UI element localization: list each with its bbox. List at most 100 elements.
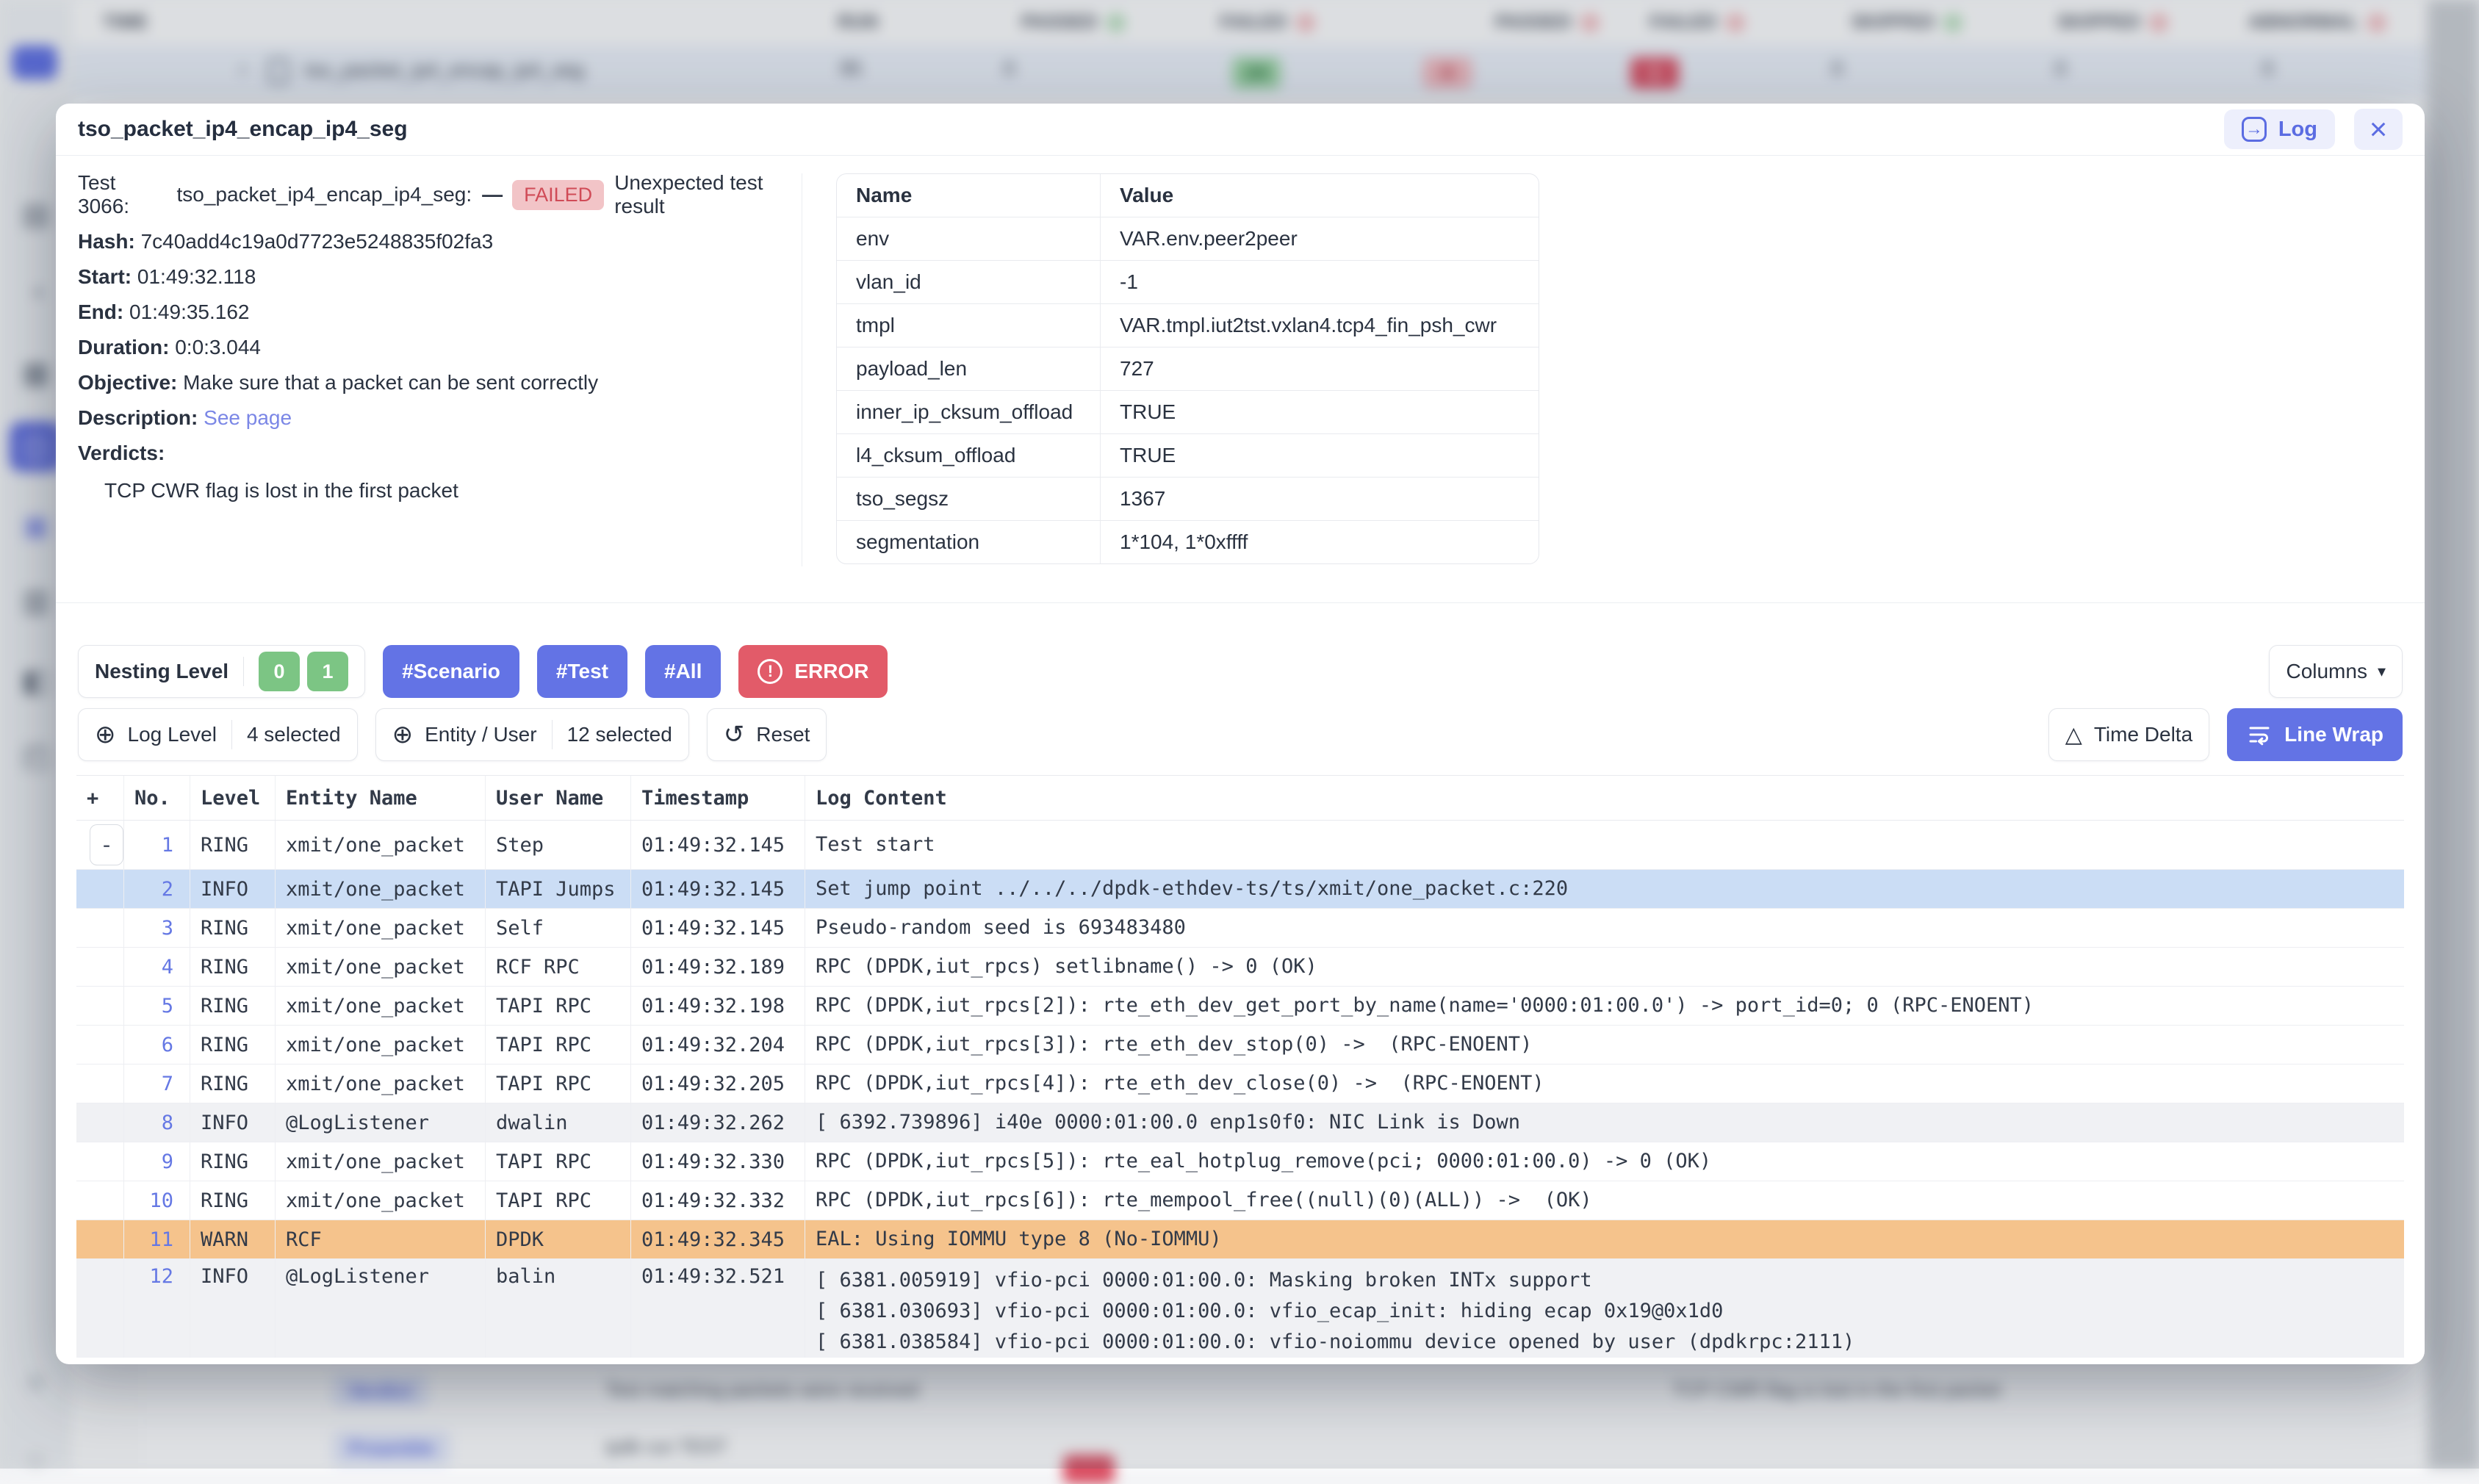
param-name: tmpl [837, 304, 1100, 347]
log-cell-content: RPC (DPDK,iut_rpcs[2]): rte_eth_dev_get_… [805, 987, 2404, 1025]
see-page-link[interactable]: See page [204, 406, 292, 429]
columns-button[interactable]: Columns ▾ [2269, 645, 2403, 698]
log-cell-number: 8 [123, 1103, 190, 1142]
log-cell-user: dwalin [485, 1103, 630, 1142]
log-cell-entity: xmit/one_packet [275, 909, 485, 947]
log-row[interactable]: 8INFO@LogListenerdwalin01:49:32.262[ 639… [76, 1103, 2404, 1142]
log-cell-timestamp: 01:49:32.204 [630, 1026, 805, 1064]
log-cell-user: balin [485, 1259, 630, 1358]
log-row[interactable]: 12INFO@LogListenerbalin01:49:32.521[ 638… [76, 1259, 2404, 1358]
log-cell-timestamp: 01:49:32.345 [630, 1220, 805, 1258]
params-row: inner_ip_cksum_offloadTRUE [837, 390, 1539, 433]
log-table-header: +No.LevelEntity NameUser NameTimestampLo… [76, 775, 2404, 821]
line-wrap-button[interactable]: Line Wrap [2227, 708, 2403, 761]
log-cell-expand [76, 987, 123, 1025]
end-line: End: 01:49:35.162 [78, 300, 805, 324]
log-cell-entity: xmit/one_packet [275, 870, 485, 908]
params-header-row: NameValue [837, 174, 1539, 217]
log-cell-timestamp: 01:49:32.145 [630, 821, 805, 869]
tag-filter-test[interactable]: #Test [537, 645, 627, 698]
error-filter-button[interactable]: ! ERROR [738, 645, 888, 698]
start-value: 01:49:32.118 [137, 265, 256, 288]
circle-plus-icon: ⊕ [95, 720, 116, 749]
log-row[interactable]: 4RINGxmit/one_packetRCF RPC01:49:32.189R… [76, 948, 2404, 987]
test-detail-dialog: tso_packet_ip4_encap_ip4_seg → Log × Tes… [56, 104, 2425, 1364]
param-value: 1*104, 1*0xffff [1100, 521, 1539, 563]
param-value: 727 [1100, 347, 1539, 390]
log-cell-content: RPC (DPDK,iut_rpcs) setlibname() -> 0 (O… [805, 948, 2404, 986]
log-cell-user: DPDK [485, 1220, 630, 1258]
log-row[interactable]: 6RINGxmit/one_packetTAPI RPC01:49:32.204… [76, 1026, 2404, 1065]
log-level-filter[interactable]: ⊕ Log Level 4 selected [78, 708, 358, 761]
nesting-level-chip-0[interactable]: 0 [259, 652, 300, 691]
log-cell-user: TAPI RPC [485, 1065, 630, 1103]
reset-label: Reset [756, 723, 810, 746]
params-row: tmplVAR.tmpl.iut2tst.vxlan4.tcp4_fin_psh… [837, 303, 1539, 347]
nesting-level-chip-1[interactable]: 1 [307, 652, 348, 691]
verdicts-line: Verdicts: [78, 441, 805, 465]
log-row[interactable]: 3RINGxmit/one_packetSelf01:49:32.145Pseu… [76, 909, 2404, 948]
description-line: Description: See page [78, 406, 805, 430]
log-header-cell: + [76, 776, 123, 820]
filter-row-1: Nesting Level 01 #Scenario #Test #All ! ER… [78, 645, 2403, 698]
log-cell-expand [76, 948, 123, 986]
reset-button[interactable]: ↺ Reset [707, 708, 827, 761]
params-header-cell: Name [837, 174, 1100, 217]
params-row: tso_segsz1367 [837, 477, 1539, 520]
log-cell-content: RPC (DPDK,iut_rpcs[6]): rte_mempool_free… [805, 1181, 2404, 1220]
log-cell-timestamp: 01:49:32.145 [630, 909, 805, 947]
hash-value: 7c40add4c19a0d7723e5248835f02fa3 [141, 230, 494, 253]
log-cell-level: RING [190, 948, 275, 986]
log-cell-content: RPC (DPDK,iut_rpcs[5]): rte_eal_hotplug_… [805, 1142, 2404, 1181]
close-button[interactable]: × [2354, 109, 2403, 150]
log-cell-timestamp: 01:49:32.198 [630, 987, 805, 1025]
hash-label: Hash: [78, 230, 135, 253]
log-cell-timestamp: 01:49:32.330 [630, 1142, 805, 1181]
log-cell-content: Set jump point ../../../dpdk-ethdev-ts/t… [805, 870, 2404, 908]
collapse-row-button[interactable]: - [90, 824, 123, 865]
objective-label: Objective: [78, 371, 177, 394]
log-cell-timestamp: 01:49:32.262 [630, 1103, 805, 1142]
log-row[interactable]: -1RINGxmit/one_packetStep01:49:32.145Tes… [76, 821, 2404, 870]
log-cell-number: 1 [123, 821, 190, 869]
log-cell-number: 7 [123, 1065, 190, 1103]
log-cell-timestamp: 01:49:32.189 [630, 948, 805, 986]
log-cell-entity: xmit/one_packet [275, 1181, 485, 1220]
log-row[interactable]: 5RINGxmit/one_packetTAPI RPC01:49:32.198… [76, 987, 2404, 1026]
log-level-label: Log Level [128, 723, 217, 746]
log-cell-entity: @LogListener [275, 1259, 485, 1358]
log-cell-number: 4 [123, 948, 190, 986]
tag-filter-all[interactable]: #All [645, 645, 721, 698]
chevron-down-icon: ▾ [2378, 662, 2386, 681]
end-value: 01:49:35.162 [129, 300, 250, 323]
line-wrap-label: Line Wrap [2284, 723, 2383, 746]
log-cell-user: TAPI RPC [485, 1026, 630, 1064]
log-cell-content: Pseudo-random seed is 693483480 [805, 909, 2404, 947]
log-cell-expand [76, 1142, 123, 1181]
log-cell-timestamp: 01:49:32.205 [630, 1065, 805, 1103]
log-cell-entity: RCF [275, 1220, 485, 1258]
param-value: TRUE [1100, 434, 1539, 477]
entity-user-filter[interactable]: ⊕ Entity / User 12 selected [375, 708, 689, 761]
time-delta-button[interactable]: △ Time Delta [2048, 708, 2209, 761]
log-cell-entity: xmit/one_packet [275, 948, 485, 986]
log-cell-level: RING [190, 1026, 275, 1064]
tag-filter-scenario[interactable]: #Scenario [383, 645, 519, 698]
log-row[interactable]: 9RINGxmit/one_packetTAPI RPC01:49:32.330… [76, 1142, 2404, 1181]
log-row[interactable]: 10RINGxmit/one_packetTAPI RPC01:49:32.33… [76, 1181, 2404, 1220]
nesting-level-label: Nesting Level [95, 660, 229, 683]
log-row[interactable]: 11WARNRCFDPDK01:49:32.345EAL: Using IOMM… [76, 1220, 2404, 1259]
log-header-cell: No. [123, 776, 190, 820]
verdicts-label: Verdicts: [78, 442, 165, 464]
dialog-title: tso_packet_ip4_encap_ip4_seg [78, 117, 408, 142]
log-row[interactable]: 2INFOxmit/one_packetTAPI Jumps01:49:32.1… [76, 870, 2404, 909]
param-name: vlan_id [837, 261, 1100, 303]
log-cell-number: 12 [123, 1259, 190, 1358]
log-row[interactable]: 7RINGxmit/one_packetTAPI RPC01:49:32.205… [76, 1065, 2404, 1103]
log-cell-entity: xmit/one_packet [275, 1142, 485, 1181]
error-icon: ! [758, 659, 782, 684]
log-cell-expand [76, 909, 123, 947]
duration-label: Duration: [78, 336, 169, 359]
description-label: Description: [78, 406, 198, 429]
log-button[interactable]: → Log [2224, 109, 2335, 149]
